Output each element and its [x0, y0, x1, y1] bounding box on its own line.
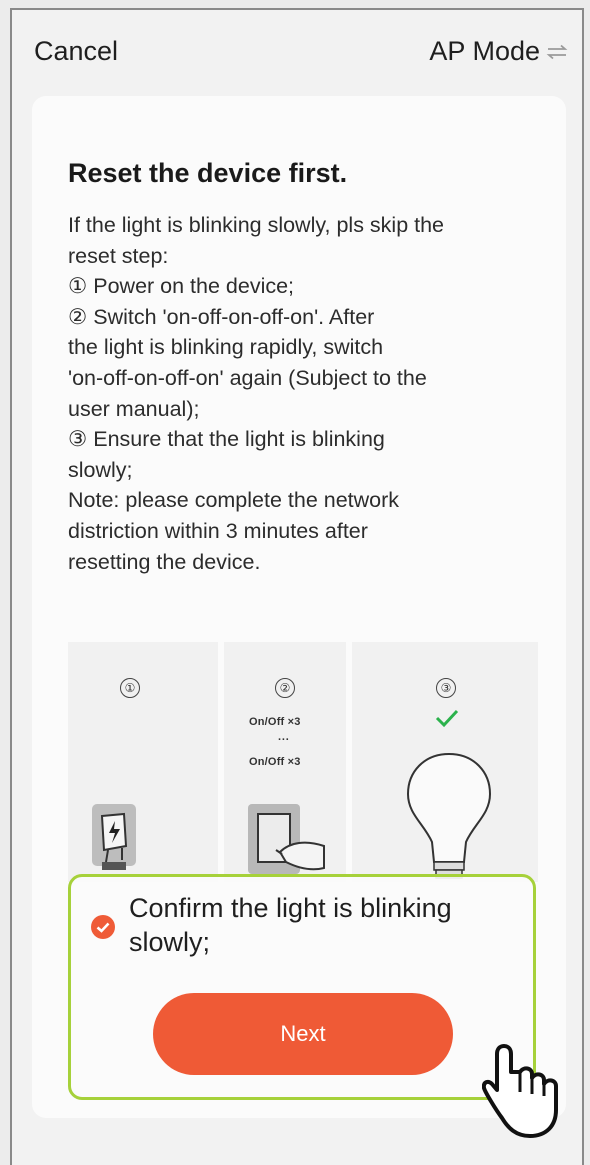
instruction-line: distriction within 3 minutes after: [68, 518, 368, 543]
step-2-number: ②: [275, 678, 295, 698]
next-button[interactable]: Next: [153, 993, 453, 1075]
page-title: Reset the device first.: [68, 158, 348, 188]
ap-mode-switch[interactable]: AP Mode: [429, 36, 568, 67]
onoff-count-label: On/Off ×3: [249, 716, 301, 728]
step-1-number: ①: [120, 678, 140, 698]
instruction-line: 'on-off-on-off-on' again (Subject to the: [68, 365, 427, 390]
pointing-hand-cursor-icon: [482, 1044, 558, 1138]
wall-switch-icon: [248, 804, 325, 874]
swap-arrows-icon: [546, 44, 568, 59]
onoff-count-label: On/Off ×3: [249, 756, 301, 768]
cancel-button[interactable]: Cancel: [34, 36, 118, 67]
checkmark-icon: [96, 922, 110, 933]
charger-icon: [92, 804, 136, 870]
instruction-line: user manual);: [68, 396, 200, 421]
light-bulb-icon: [406, 752, 492, 879]
repeat-dots: ···: [278, 734, 290, 746]
instruction-line: resetting the device.: [68, 549, 261, 574]
step-3-panel: ③: [352, 642, 538, 882]
confirm-checkbox-label[interactable]: Confirm the light is blinking slowly;: [129, 891, 509, 959]
reset-steps-illustration: ① ② On/Off ×3 ··· On/Off ×3 ③: [68, 642, 538, 882]
instruction-line: reset step:: [68, 243, 169, 268]
instruction-line: the light is blinking rapidly, switch: [68, 335, 384, 360]
instruction-line: ③ Ensure that the light is blinking: [68, 427, 385, 452]
instruction-line: slowly;: [68, 457, 133, 482]
step-2-panel: ② On/Off ×3 ··· On/Off ×3: [224, 642, 346, 882]
instruction-line: ② Switch 'on-off-on-off-on'. After: [68, 304, 375, 329]
instruction-line: Note: please complete the network: [68, 488, 400, 513]
ap-mode-label: AP Mode: [429, 36, 540, 66]
step-1-panel: ①: [68, 642, 218, 882]
checkmark-icon: [435, 709, 459, 728]
step-3-number: ③: [436, 678, 456, 698]
reset-instructions: If the light is blinking slowly, pls ski…: [68, 210, 546, 577]
app-screen: Cancel AP Mode Reset the device first. I…: [10, 8, 584, 1165]
confirm-checkbox[interactable]: [91, 915, 115, 939]
instruction-line: ① Power on the device;: [68, 274, 295, 299]
confirm-section: Confirm the light is blinking slowly; Ne…: [68, 874, 536, 1100]
top-bar: Cancel AP Mode: [12, 10, 582, 96]
instruction-line: If the light is blinking slowly, pls ski…: [68, 213, 445, 237]
